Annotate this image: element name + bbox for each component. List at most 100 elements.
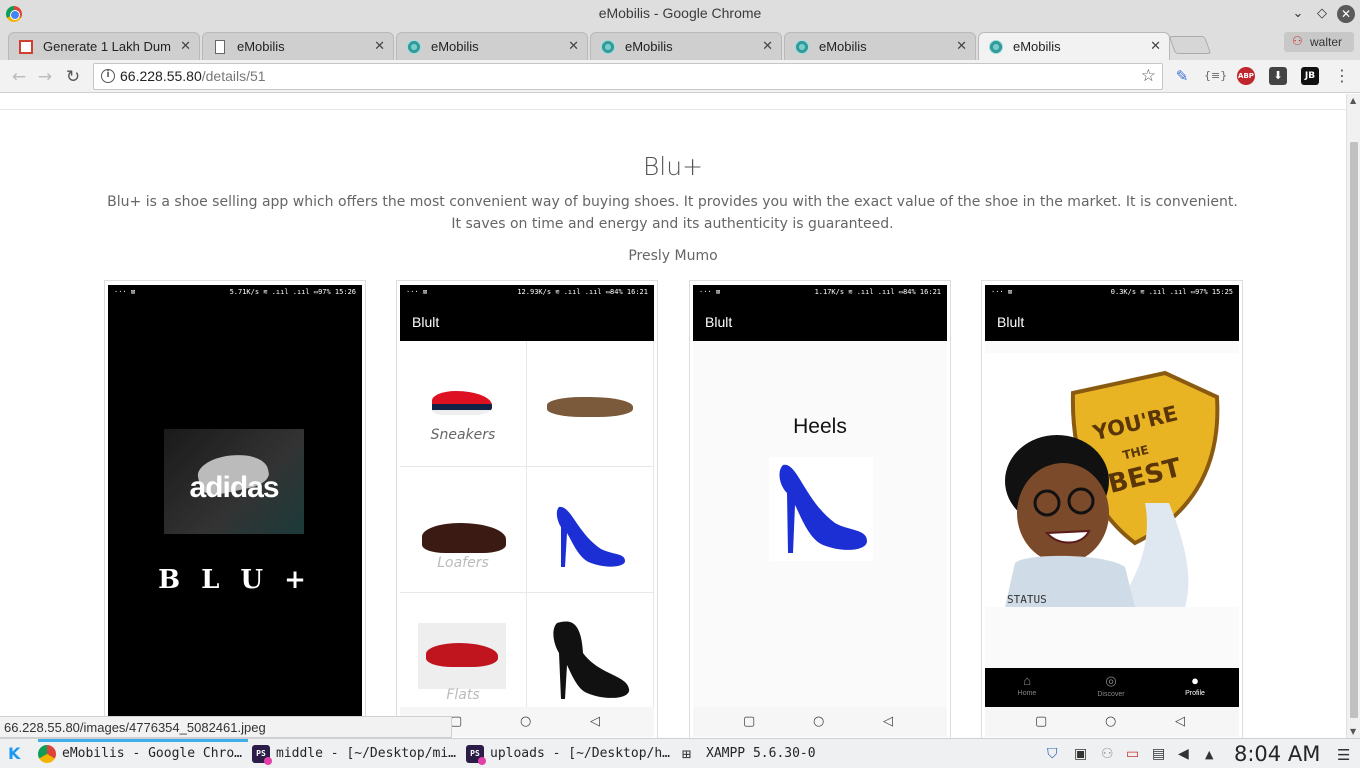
back-triangle-icon: ◁ bbox=[1175, 714, 1185, 729]
reload-icon[interactable]: ↻ bbox=[62, 66, 84, 88]
tab-close-icon[interactable]: ✕ bbox=[180, 38, 191, 54]
tab-emobilis[interactable]: eMobilis ✕ bbox=[396, 32, 588, 60]
tab-emobilis[interactable]: eMobilis ✕ bbox=[202, 32, 394, 60]
sandal-image bbox=[547, 397, 633, 417]
chrome-menu-icon[interactable]: ⋮ bbox=[1333, 67, 1351, 85]
nav-home: ⌂ Home bbox=[997, 673, 1057, 697]
bookmark-star-icon[interactable]: ☆ bbox=[1141, 66, 1156, 86]
phone-screenshot: ··· ⊠ 0.3K/s ≋ .ııl .ııl ▭97% 15:25 Blul… bbox=[985, 285, 1239, 737]
status-url: 66.228.55.80/images/4776354_5082461.jpeg bbox=[4, 720, 266, 735]
phone-status-bar: ··· ⊠ 12.93K/s ≋ .ııl .ııl ▭84% 16:21 bbox=[400, 285, 654, 301]
scroll-down-icon[interactable]: ▼ bbox=[1350, 727, 1356, 736]
tab-label: eMobilis bbox=[237, 39, 285, 54]
heel-product-image bbox=[769, 457, 873, 561]
profile-button[interactable]: ⚇ walter bbox=[1284, 32, 1354, 52]
app-author: Presly Mumo bbox=[628, 248, 718, 264]
bottom-navigation: ⌂ Home ◎ Discover ● Profile bbox=[985, 668, 1239, 708]
category-caption: Loafers bbox=[437, 555, 489, 571]
window-title: eMobilis - Google Chrome bbox=[598, 5, 762, 21]
taskbar-item-phpstorm-middle[interactable]: PS middle - [~/Desktop/mi… bbox=[252, 739, 462, 769]
adblock-plus-icon[interactable]: ABP bbox=[1237, 67, 1255, 85]
minimize-icon[interactable]: ⌄ bbox=[1289, 5, 1307, 23]
url-path: /details/51 bbox=[201, 68, 266, 84]
scrollbar-thumb[interactable] bbox=[1350, 142, 1358, 718]
network-icon[interactable]: ▣ bbox=[1074, 746, 1087, 762]
gmail-icon bbox=[19, 40, 33, 54]
app-bar: Blult bbox=[985, 301, 1239, 341]
home-circle-icon: ○ bbox=[1105, 714, 1117, 729]
screenshot-card-categories[interactable]: ··· ⊠ 12.93K/s ≋ .ııl .ııl ▭84% 16:21 Bl… bbox=[396, 280, 658, 738]
app-bar-title: Blult bbox=[705, 314, 733, 330]
desktop-taskbar: K eMobilis - Google Chro… PS middle - [~… bbox=[0, 738, 1360, 768]
emobilis-icon bbox=[601, 40, 615, 54]
profile-icon: ⚇ bbox=[1292, 34, 1303, 48]
tab-close-icon[interactable]: ✕ bbox=[762, 38, 773, 54]
splash-screen: ··· ⊠ 5.71K/s ≋ .ııl .ııl ▭97% 15:26 adi… bbox=[108, 285, 362, 737]
tab-close-icon[interactable]: ✕ bbox=[568, 38, 579, 54]
jetbrains-extension-icon[interactable]: JB bbox=[1301, 67, 1319, 85]
back-icon[interactable]: ← bbox=[8, 66, 30, 88]
shield-icon[interactable]: ⛉ bbox=[1047, 746, 1058, 762]
tab-gmail[interactable]: Generate 1 Lakh Dumm ✕ bbox=[8, 32, 200, 60]
address-bar[interactable]: i 66.228.55.80/details/51 ☆ bbox=[93, 63, 1163, 90]
app-description: Blu+ is a shoe selling app which offers … bbox=[107, 194, 1238, 232]
download-extension-icon[interactable]: ⬇ bbox=[1269, 67, 1287, 85]
app-bar: Blult bbox=[693, 301, 947, 341]
app-bar-title: Blult bbox=[412, 314, 440, 330]
forward-icon[interactable]: → bbox=[34, 66, 56, 88]
emobilis-icon bbox=[407, 40, 421, 54]
phone-status-bar: ··· ⊠ 5.71K/s ≋ .ııl .ııl ▭97% 15:26 bbox=[108, 285, 362, 301]
tab-emobilis[interactable]: eMobilis ✕ bbox=[784, 32, 976, 60]
tab-emobilis-active[interactable]: eMobilis ✕ bbox=[978, 32, 1170, 60]
app-bar-title: Blult bbox=[997, 314, 1025, 330]
taskbar-menu-icon[interactable]: ☰ bbox=[1337, 746, 1350, 764]
category-caption: Flats bbox=[446, 687, 480, 703]
tab-strip: Generate 1 Lakh Dumm ✕ eMobilis ✕ eMobil… bbox=[0, 28, 1360, 60]
taskbar-item-phpstorm-uploads[interactable]: PS uploads - [~/Desktop/h… bbox=[466, 739, 676, 769]
tab-close-icon[interactable]: ✕ bbox=[1150, 38, 1161, 54]
phpstorm-icon: PS bbox=[252, 745, 272, 765]
screenshot-card-profile[interactable]: ··· ⊠ 0.3K/s ≋ .ııl .ııl ▭97% 15:25 Blul… bbox=[981, 280, 1243, 738]
clock[interactable]: 8:04 AM bbox=[1234, 742, 1320, 766]
nav-home-label: Home bbox=[1017, 690, 1037, 697]
tab-emobilis[interactable]: eMobilis ✕ bbox=[590, 32, 782, 60]
kde-launcher-icon[interactable]: K bbox=[8, 744, 20, 763]
volume-icon[interactable]: ◀ bbox=[1178, 746, 1189, 762]
phone-screenshot: ··· ⊠ 12.93K/s ≋ .ııl .ııl ▭84% 16:21 Bl… bbox=[400, 285, 654, 737]
close-window-icon[interactable]: ✕ bbox=[1337, 5, 1355, 23]
screenshot-card-heels[interactable]: ··· ⊠ 1.17K/s ≋ .ııl .ııl ▭84% 16:21 Blu… bbox=[689, 280, 951, 738]
url-text[interactable]: 66.228.55.80/details/51 bbox=[120, 68, 266, 84]
window-titlebar: eMobilis - Google Chrome ⌄ ◇ ✕ bbox=[0, 0, 1360, 28]
profile-name: walter bbox=[1310, 35, 1343, 49]
tab-close-icon[interactable]: ✕ bbox=[956, 38, 967, 54]
category-cell: Sneakers bbox=[400, 341, 527, 467]
phone-screenshot: ··· ⊠ 1.17K/s ≋ .ııl .ııl ▭84% 16:21 Blu… bbox=[693, 285, 947, 737]
status-left: ··· ⊠ bbox=[991, 288, 1013, 296]
new-tab-button[interactable] bbox=[1168, 36, 1212, 54]
taskbar-label: eMobilis - Google Chro… bbox=[62, 746, 243, 761]
tray-expand-icon[interactable]: ▲ bbox=[1205, 748, 1213, 761]
info-icon[interactable]: i bbox=[101, 69, 115, 83]
browser-toolbar: ← → ↻ i 66.228.55.80/details/51 ☆ ✎ {≡} … bbox=[0, 60, 1360, 93]
json-viewer-extension-icon[interactable]: {≡} bbox=[1204, 67, 1227, 85]
taskbar-item-chrome[interactable]: eMobilis - Google Chro… bbox=[38, 739, 248, 769]
phpstorm-icon: PS bbox=[466, 745, 486, 765]
battery-icon[interactable]: ▭ bbox=[1126, 746, 1139, 762]
phone-status-bar: ··· ⊠ 0.3K/s ≋ .ııl .ııl ▭97% 15:25 bbox=[985, 285, 1239, 301]
clipboard-icon[interactable]: ▤ bbox=[1152, 746, 1165, 762]
screenshot-card-splash[interactable]: ··· ⊠ 5.71K/s ≋ .ııl .ııl ▭97% 15:26 adi… bbox=[104, 280, 366, 738]
link-status-bubble: 66.228.55.80/images/4776354_5082461.jpeg bbox=[0, 716, 452, 738]
eyedropper-extension-icon[interactable]: ✎ bbox=[1173, 67, 1191, 85]
taskbar-item-xampp[interactable]: ⊞ XAMPP 5.6.30-0 bbox=[682, 739, 882, 769]
home-icon: ⌂ bbox=[1023, 673, 1031, 688]
page-scrollbar[interactable]: ▲ ▼ bbox=[1346, 94, 1360, 738]
flat-shoe-image bbox=[418, 623, 506, 689]
people-icon[interactable]: ⚇ bbox=[1101, 746, 1114, 762]
maximize-icon[interactable]: ◇ bbox=[1313, 5, 1331, 23]
home-circle-icon: ○ bbox=[520, 714, 532, 729]
splash-title: B L U + bbox=[158, 565, 312, 595]
status-right: 5.71K/s ≋ .ııl .ııl ▭97% 15:26 bbox=[229, 288, 356, 296]
scroll-up-icon[interactable]: ▲ bbox=[1350, 96, 1356, 105]
tab-close-icon[interactable]: ✕ bbox=[374, 38, 385, 54]
category-caption: Sneakers bbox=[430, 427, 496, 443]
